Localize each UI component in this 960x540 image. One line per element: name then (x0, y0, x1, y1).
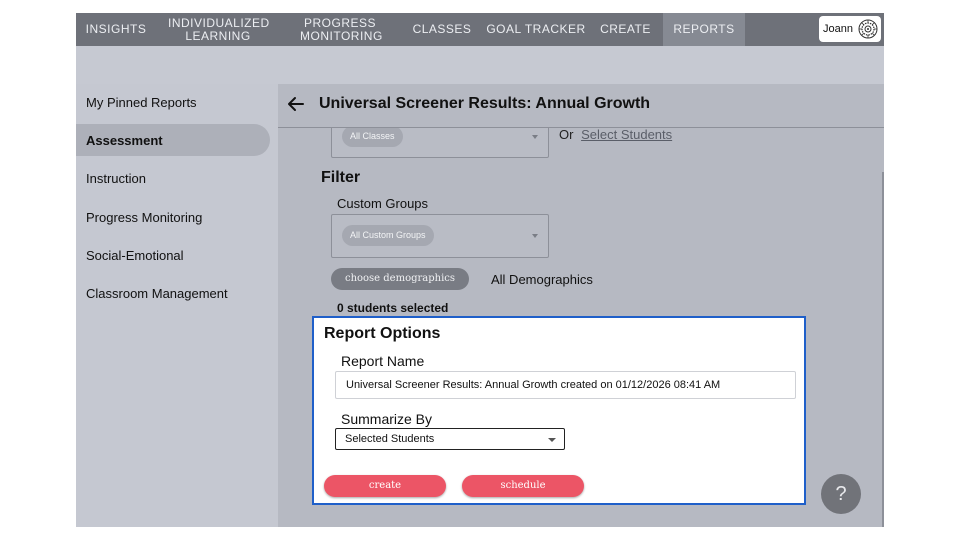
choose-demographics-button[interactable]: choose demographics (331, 268, 469, 290)
report-name-input[interactable] (335, 371, 796, 399)
sidebar-item-classroom-management[interactable]: Classroom Management (76, 277, 270, 309)
sidebar-item-progress-monitoring[interactable]: Progress Monitoring (76, 201, 270, 233)
nav-individualized-learning-label: INDIVIDUALIZED LEARNING (168, 15, 270, 43)
help-button[interactable]: ? (821, 474, 861, 514)
nav-progress-monitoring-label: PROGRESS MONITORING (300, 15, 383, 43)
select-students-link[interactable]: Select Students (581, 128, 672, 142)
mandala-avatar-icon (858, 19, 878, 39)
classes-select[interactable]: All Classes (331, 128, 549, 158)
filter-heading: Filter (321, 169, 361, 186)
custom-groups-select[interactable]: All Custom Groups (331, 214, 549, 258)
page-title: Universal Screener Results: Annual Growt… (319, 95, 651, 112)
all-classes-chip: All Classes (342, 128, 403, 147)
all-custom-groups-chip: All Custom Groups (342, 225, 434, 246)
arrow-left-icon[interactable] (286, 94, 306, 114)
or-text: Or Select Students (559, 128, 672, 142)
custom-groups-label: Custom Groups (337, 196, 429, 211)
nav-progress-monitoring[interactable]: PROGRESS MONITORING (280, 13, 400, 46)
sidebar-item-my-pinned-reports[interactable]: My Pinned Reports (76, 86, 270, 118)
sidebar-item-assessment[interactable]: Assessment (76, 124, 270, 156)
students-selected-count: 0 students selected (337, 301, 449, 315)
summarize-by-value: Selected Students (345, 433, 435, 445)
report-options-panel: Report Options Report Name Summarize By … (312, 316, 806, 505)
nav-classes[interactable]: CLASSES (400, 13, 484, 46)
demographics-value: All Demographics (491, 272, 593, 287)
nav-goal-tracker[interactable]: GOAL TRACKER (484, 13, 588, 46)
page-header: Universal Screener Results: Annual Growt… (278, 84, 884, 128)
nav-create[interactable]: CREATE (588, 13, 663, 46)
report-name-label: Report Name (341, 353, 425, 369)
sidebar-item-social-emotional[interactable]: Social-Emotional (76, 239, 270, 271)
summarize-by-select[interactable]: Selected Students (335, 428, 565, 450)
sidebar: My Pinned Reports Assessment Instruction… (76, 84, 278, 527)
nav-insights[interactable]: INSIGHTS (76, 13, 156, 46)
user-menu-button[interactable]: Joann (819, 16, 881, 42)
create-button[interactable]: create (324, 475, 446, 497)
chevron-down-icon (532, 234, 538, 238)
or-label: Or (559, 128, 574, 142)
summarize-by-label: Summarize By (341, 411, 433, 427)
sidebar-item-instruction[interactable]: Instruction (76, 162, 270, 194)
nav-reports[interactable]: REPORTS (663, 13, 745, 46)
app-window: INSIGHTS INDIVIDUALIZED LEARNING PROGRES… (76, 13, 884, 527)
chevron-down-icon (532, 135, 538, 139)
chevron-down-icon (548, 438, 556, 442)
nav-individualized-learning[interactable]: INDIVIDUALIZED LEARNING (156, 13, 280, 46)
user-name: Joann (823, 23, 853, 35)
sub-header-bar (76, 46, 884, 84)
question-mark-icon: ? (835, 482, 847, 505)
top-nav: INSIGHTS INDIVIDUALIZED LEARNING PROGRES… (76, 13, 884, 46)
scrollbar[interactable] (882, 172, 884, 527)
report-options-heading: Report Options (324, 325, 441, 342)
schedule-button[interactable]: schedule (462, 475, 584, 497)
